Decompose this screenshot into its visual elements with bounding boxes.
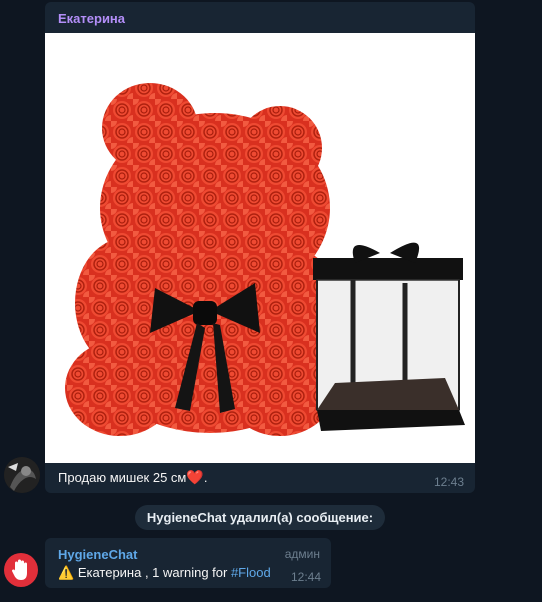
stop-hand-icon <box>12 559 27 580</box>
bot-message-text: ⚠️ Екатерина , 1 warning for #Flood <box>58 565 271 581</box>
heart-emoji-icon: ❤️ <box>186 469 204 485</box>
bot-message-bubble[interactable]: HygieneChat админ ⚠️ Екатерина , 1 warni… <box>45 538 331 588</box>
rose-bear-photo <box>65 83 465 436</box>
bot-message-time: 12:44 <box>290 570 321 584</box>
warning-text: Екатерина , 1 warning for <box>77 565 231 580</box>
message-caption: Продаю мишек 25 см❤️. <box>58 469 207 486</box>
message-time: 12:43 <box>433 475 464 489</box>
caption-tail: . <box>203 470 208 485</box>
message-photo[interactable] <box>45 33 475 463</box>
warning-icon: ⚠️ <box>58 565 75 580</box>
admin-badge: админ <box>284 547 320 561</box>
bot-author[interactable]: HygieneChat <box>58 547 137 562</box>
user-avatar-ekaterina[interactable] <box>4 457 40 493</box>
caption-text: Продаю мишек 25 см <box>58 470 187 485</box>
bot-avatar[interactable] <box>4 553 38 587</box>
hashtag-link[interactable]: #Flood <box>231 565 271 580</box>
service-message: HygieneChat удалил(а) сообщение: <box>135 505 385 530</box>
message-author[interactable]: Екатерина <box>58 11 125 26</box>
message-bubble[interactable]: Екатерина Продаю мишек 25 см❤️. 12:43 <box>45 2 475 493</box>
